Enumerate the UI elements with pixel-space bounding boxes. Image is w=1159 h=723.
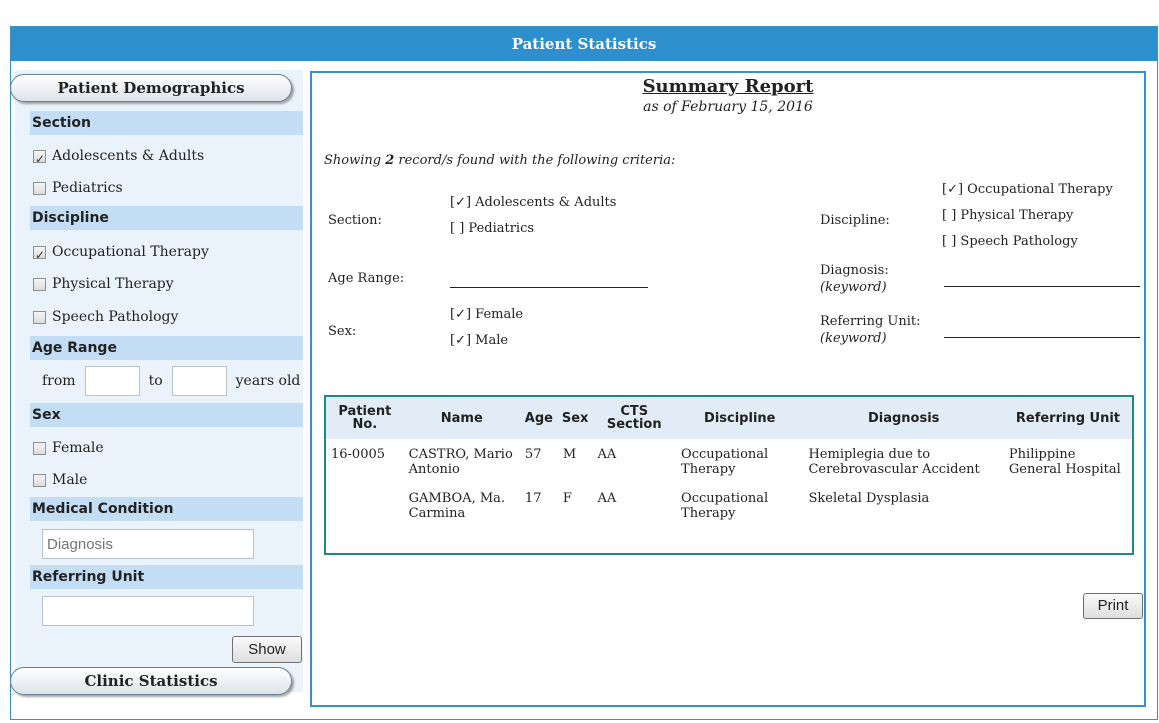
cell-discipline: Occupational Therapy — [681, 491, 769, 521]
cell-discipline: Occupational Therapy — [681, 447, 769, 477]
cell-age: 57 — [524, 447, 542, 462]
table-row[interactable]: GAMBOA, Ma. Carmina 17 F AA Occupational… — [326, 483, 1132, 527]
page-title: Patient Statistics — [11, 27, 1157, 61]
criteria-diagnosis-line — [944, 286, 1140, 287]
report-date: as of February 15, 2016 — [643, 99, 813, 115]
age-to-input[interactable] — [171, 366, 227, 396]
summary-report-panel: Summary Report as of February 15, 2016 S… — [310, 71, 1146, 707]
col-cts-section[interactable]: CTS Section — [592, 397, 677, 439]
option-label: Speech Pathology — [52, 309, 179, 325]
record-count: 2 — [385, 153, 395, 168]
col-patient-no[interactable]: Patient No. — [326, 397, 404, 439]
cell-referring-unit: Philippine General Hospital — [1008, 447, 1121, 477]
option-label: Pediatrics — [52, 180, 123, 196]
cell-referring-unit — [1004, 483, 1132, 527]
table-header-row: Patient No. Name Age Sex CTS Section Dis… — [326, 397, 1132, 439]
cell-sex: F — [562, 491, 572, 506]
criteria-diagnosis-hint: (keyword) — [820, 280, 887, 295]
criteria-referring-hint: (keyword) — [820, 331, 887, 346]
checkbox-icon[interactable] — [33, 473, 46, 487]
criteria-sex-value-1: [✓] Female — [450, 307, 524, 322]
cell-patient-no: 16-0005 — [331, 447, 386, 462]
option-label: Occupational Therapy — [52, 244, 209, 260]
age-from-label: from — [42, 373, 76, 389]
cell-cts-section: AA — [597, 491, 617, 506]
col-diagnosis[interactable]: Diagnosis — [803, 397, 1004, 439]
option-label: Adolescents & Adults — [52, 148, 205, 164]
criteria-section-value-1: [✓] Adolescents & Adults — [450, 195, 617, 210]
col-age[interactable]: Age — [519, 397, 558, 439]
section-heading: Section — [30, 111, 303, 135]
checkbox-icon[interactable] — [33, 244, 46, 266]
option-label: Physical Therapy — [52, 276, 174, 292]
discipline-option-occupational[interactable]: Occupational Therapy — [33, 241, 209, 266]
sex-option-male[interactable]: Male — [33, 469, 87, 491]
checkbox-icon[interactable] — [33, 181, 46, 195]
age-range-row: from to years old — [42, 366, 300, 396]
criteria-diagnosis-label: Diagnosis: — [820, 263, 889, 278]
criteria-discipline-value-1: [✓] Occupational Therapy — [942, 182, 1113, 197]
showing-suffix: record/s found with the following criter… — [394, 153, 676, 168]
criteria-referring-label: Referring Unit: — [820, 314, 921, 329]
criteria-referring-line — [944, 337, 1140, 338]
sex-heading: Sex — [30, 403, 303, 427]
criteria-discipline-value-2: [ ] Physical Therapy — [942, 208, 1074, 223]
results-table-container: Patient No. Name Age Sex CTS Section Dis… — [324, 395, 1134, 555]
results-table: Patient No. Name Age Sex CTS Section Dis… — [326, 397, 1132, 527]
cell-cts-section: AA — [597, 447, 617, 462]
criteria-discipline-label: Discipline: — [820, 213, 890, 228]
referring-unit-heading: Referring Unit — [30, 565, 303, 589]
col-referring-unit[interactable]: Referring Unit — [1003, 397, 1132, 439]
option-label: Female — [52, 440, 104, 456]
discipline-heading: Discipline — [30, 206, 303, 230]
section-option-pediatrics[interactable]: Pediatrics — [33, 177, 123, 199]
cell-name: CASTRO, Mario Antonio — [408, 447, 513, 477]
diagnosis-input[interactable] — [42, 529, 254, 559]
cell-diagnosis: Skeletal Dysplasia — [808, 491, 930, 506]
col-name[interactable]: Name — [403, 397, 520, 439]
age-suffix-label: years old — [235, 373, 301, 389]
section-option-adolescents[interactable]: Adolescents & Adults — [33, 145, 205, 170]
cell-diagnosis: Hemiplegia due to Cerebrovascular Accide… — [808, 447, 980, 477]
checkbox-icon[interactable] — [33, 310, 46, 324]
referring-unit-input[interactable] — [42, 596, 254, 626]
show-button[interactable]: Show — [232, 636, 302, 663]
discipline-option-speech[interactable]: Speech Pathology — [33, 306, 178, 328]
col-discipline[interactable]: Discipline — [676, 397, 804, 439]
checkbox-icon[interactable] — [33, 277, 46, 291]
criteria-section-label: Section: — [328, 213, 382, 228]
report-title: Summary Report — [642, 76, 814, 97]
age-from-input[interactable] — [84, 366, 140, 396]
print-button[interactable]: Print — [1083, 593, 1143, 619]
medical-condition-heading: Medical Condition — [30, 497, 303, 521]
age-to-label: to — [148, 373, 163, 389]
criteria-discipline-value-3: [ ] Speech Pathology — [942, 234, 1078, 249]
patient-demographics-button[interactable]: Patient Demographics — [10, 74, 292, 102]
clinic-statistics-button[interactable]: Clinic Statistics — [10, 667, 292, 695]
cell-sex: M — [562, 447, 577, 462]
sex-option-female[interactable]: Female — [33, 437, 104, 459]
discipline-option-physical[interactable]: Physical Therapy — [33, 273, 174, 295]
cell-age: 17 — [524, 491, 542, 506]
criteria-section-value-2: [ ] Pediatrics — [450, 221, 535, 236]
criteria-age-label: Age Range: — [328, 271, 405, 286]
age-range-heading: Age Range — [30, 336, 303, 360]
table-row[interactable]: 16-0005 CASTRO, Mario Antonio 57 M AA Oc… — [326, 439, 1132, 483]
criteria-sex-value-2: [✓] Male — [450, 333, 509, 348]
option-label: Male — [52, 472, 88, 488]
criteria-age-line — [450, 287, 648, 288]
col-sex[interactable]: Sex — [557, 397, 593, 439]
checkbox-icon[interactable] — [33, 148, 46, 170]
showing-prefix: Showing — [324, 153, 386, 168]
cell-name: GAMBOA, Ma. Carmina — [408, 491, 506, 521]
records-summary: Showing 2 record/s found with the follow… — [324, 153, 675, 168]
checkbox-icon[interactable] — [33, 441, 46, 455]
cell-patient-no — [326, 483, 404, 527]
criteria-sex-label: Sex: — [328, 324, 357, 339]
